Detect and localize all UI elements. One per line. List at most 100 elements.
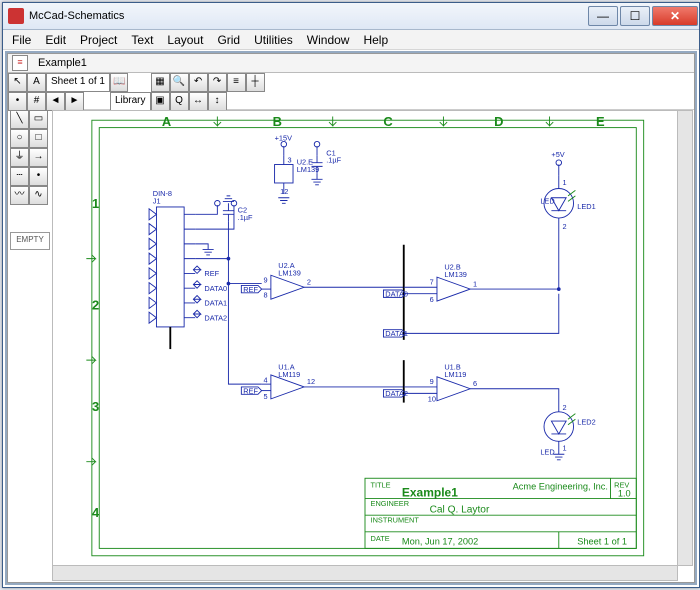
tool-pointer-icon[interactable]: ↖ [8, 73, 27, 92]
svg-text:TITLE: TITLE [371, 480, 391, 489]
component-u2b[interactable]: U2.B LM139 7 1 [404, 263, 477, 301]
tool-align-icon[interactable]: ≡ [227, 73, 246, 92]
row-1: 1 [92, 196, 99, 211]
minimize-button[interactable]: — [588, 6, 618, 26]
pal-rect-icon[interactable]: ▭ [29, 110, 48, 129]
svg-text:LM139: LM139 [278, 268, 301, 277]
menu-window[interactable]: Window [300, 33, 357, 47]
app-icon [8, 8, 24, 24]
svg-text:LM139: LM139 [444, 270, 467, 279]
svg-text:LM119: LM119 [278, 370, 300, 379]
maximize-button[interactable]: ☐ [620, 6, 650, 26]
svg-text:LM119: LM119 [444, 370, 466, 379]
pal-arrow-icon[interactable]: → [29, 148, 48, 167]
component-c2[interactable]: C2 .1µF [223, 196, 253, 222]
menu-grid[interactable]: Grid [210, 33, 247, 47]
tool-fliph-icon[interactable]: ↔ [189, 92, 208, 111]
pal-dash-icon[interactable]: ┄ [10, 167, 29, 186]
component-u1b[interactable]: U1.B LM119 9 6 [404, 362, 477, 400]
svg-text:2: 2 [562, 222, 566, 231]
pal-square-icon[interactable]: □ [29, 129, 48, 148]
tool-zoom2-icon[interactable]: Q [170, 92, 189, 111]
window-title: McCad-Schematics [29, 10, 587, 22]
svg-text:12: 12 [280, 187, 288, 196]
menu-edit[interactable]: Edit [38, 33, 73, 47]
svg-text:4: 4 [263, 375, 267, 384]
svg-text:2: 2 [562, 403, 566, 412]
sheet-indicator[interactable]: Sheet 1 of 1 [46, 73, 110, 92]
menu-file[interactable]: File [5, 33, 38, 47]
svg-text:REF: REF [204, 269, 219, 278]
row-4: 4 [92, 505, 100, 520]
svg-text:DATA1: DATA1 [204, 299, 227, 308]
svg-text:REF: REF [243, 386, 258, 395]
svg-text:DATA2: DATA2 [204, 313, 227, 322]
menu-project[interactable]: Project [73, 33, 124, 47]
svg-text:+15V: +15V [275, 134, 293, 143]
tool-flipv-icon[interactable]: ↕ [208, 92, 227, 111]
tool-fit-icon[interactable]: ▣ [151, 92, 170, 111]
tool-snap-icon[interactable]: ┼ [246, 73, 265, 92]
tool-rotr-icon[interactable]: ↷ [208, 73, 227, 92]
col-d: D [494, 114, 503, 129]
svg-text:Acme Engineering, Inc.: Acme Engineering, Inc. [513, 481, 608, 491]
col-e: E [596, 114, 605, 129]
library-icon[interactable]: 📖 [110, 73, 128, 92]
mdi-client: ≡ Example1 ↖ A • # Sheet 1 of 1 [5, 51, 697, 585]
tool-select-icon[interactable]: ▦ [151, 73, 170, 92]
svg-text:6: 6 [430, 295, 434, 304]
svg-text:LED2: LED2 [577, 418, 595, 427]
svg-text:6: 6 [473, 379, 477, 388]
pal-wave2-icon[interactable]: ∿ [29, 186, 48, 205]
component-c1[interactable]: C1 .1µF [311, 141, 341, 184]
titlebar[interactable]: McCad-Schematics — ☐ ✕ [3, 3, 699, 30]
svg-text:LED: LED [540, 196, 554, 205]
tool-next-icon[interactable]: ► [65, 92, 84, 111]
vertical-scrollbar[interactable] [677, 110, 693, 566]
component-j1[interactable]: DIN-8 J1 REF [149, 189, 227, 349]
pal-circle-icon[interactable]: ○ [10, 129, 29, 148]
document-window: ≡ Example1 ↖ A • # Sheet 1 of 1 [7, 53, 695, 583]
svg-text:ENGINEER: ENGINEER [371, 499, 410, 508]
pal-line-icon[interactable]: ╲ [10, 110, 29, 129]
svg-text:DATA2: DATA2 [385, 389, 408, 398]
component-u2a[interactable]: U2.A LM139 9 2 [263, 261, 310, 299]
menubar: File Edit Project Text Layout Grid Utili… [3, 30, 699, 50]
doc-icon: ≡ [12, 55, 28, 71]
component-u2e[interactable]: +15V U2.E LM139 3 12 [275, 134, 320, 204]
svg-text:9: 9 [430, 377, 434, 386]
row-2: 2 [92, 297, 99, 312]
svg-text:1: 1 [473, 279, 477, 288]
svg-text:1.0: 1.0 [618, 489, 631, 499]
svg-text:10: 10 [428, 395, 436, 404]
component-led1[interactable]: +5V 1 LED LED1 2 [540, 150, 595, 231]
pal-wave-icon[interactable]: 〰 [10, 186, 29, 205]
component-u1a[interactable]: U1.A LM119 4 12 [262, 362, 315, 399]
close-button[interactable]: ✕ [652, 6, 698, 26]
svg-text:9: 9 [263, 276, 267, 285]
svg-text:INSTRUMENT: INSTRUMENT [371, 516, 420, 525]
menu-help[interactable]: Help [356, 33, 395, 47]
tool-text-icon[interactable]: A [27, 73, 46, 92]
tool-prev-icon[interactable]: ◄ [46, 92, 65, 111]
menu-layout[interactable]: Layout [160, 33, 210, 47]
svg-text:Example1: Example1 [402, 486, 458, 500]
tool-zoom-icon[interactable]: 🔍 [170, 73, 189, 92]
tool-grid-icon[interactable]: # [27, 92, 46, 111]
toolbar-row: ↖ A • # Sheet 1 of 1 ◄ ► [8, 73, 694, 110]
menu-utilities[interactable]: Utilities [247, 33, 300, 47]
svg-text:8: 8 [263, 290, 267, 299]
document-titlebar[interactable]: ≡ Example1 [8, 54, 694, 73]
tool-junction-icon[interactable]: • [8, 92, 27, 111]
svg-text:DATE: DATE [371, 534, 390, 543]
horizontal-scrollbar[interactable] [52, 565, 678, 581]
tool-rotl-icon[interactable]: ↶ [189, 73, 208, 92]
svg-text:1: 1 [562, 178, 566, 187]
pal-gnd-icon[interactable]: ⏚ [10, 148, 29, 167]
menu-text[interactable]: Text [124, 33, 160, 47]
pal-dot-icon[interactable]: • [29, 167, 48, 186]
svg-text:DATA1: DATA1 [385, 329, 408, 338]
library-label[interactable]: Library [110, 92, 151, 111]
component-led2[interactable]: 2 LED2 LED 1 [540, 403, 595, 460]
schematic-canvas[interactable]: A B C D E 1 [52, 110, 678, 566]
